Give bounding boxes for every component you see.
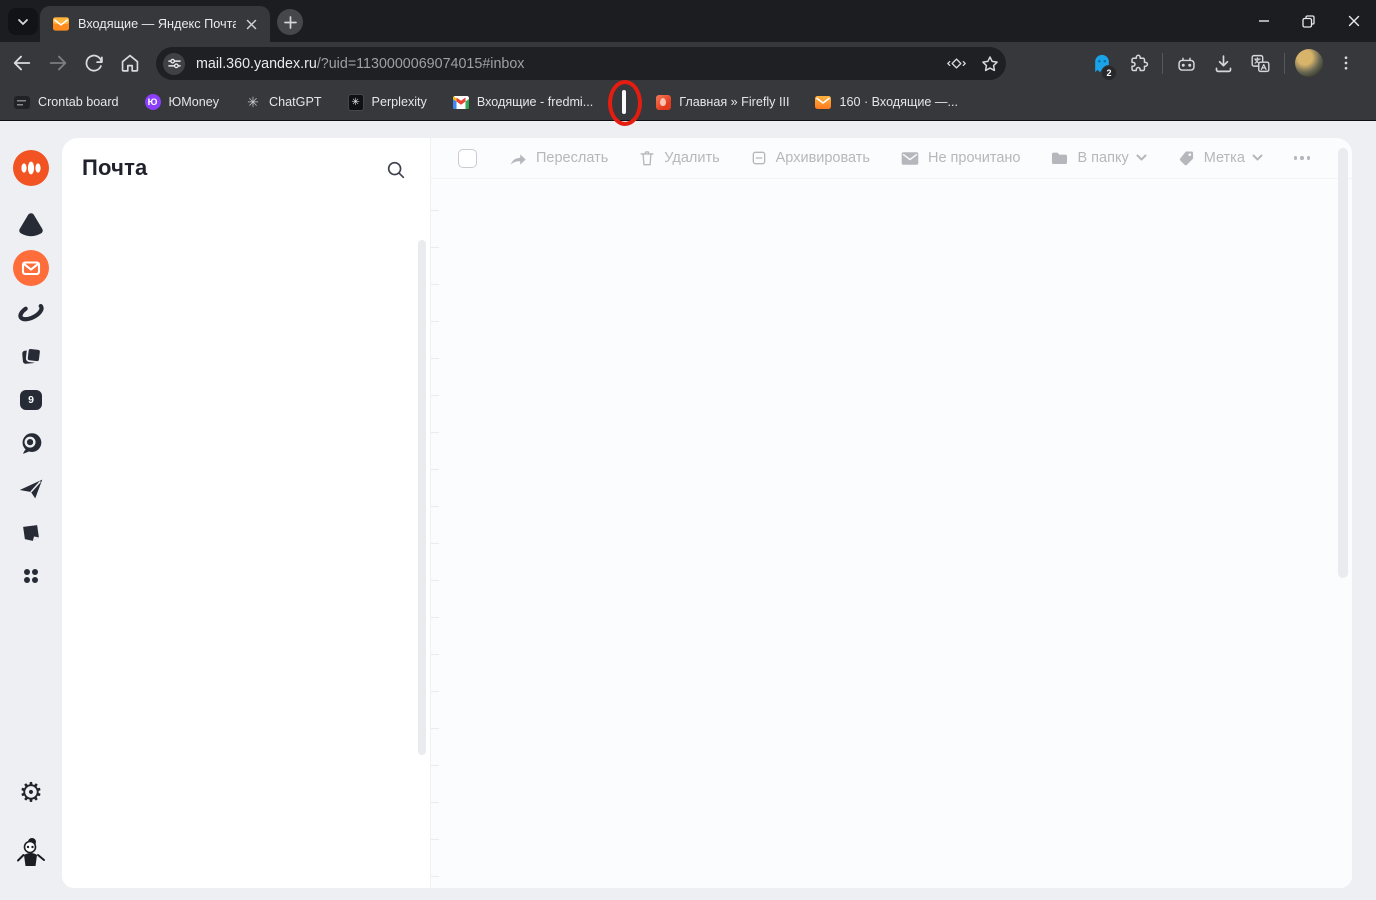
plus-icon [283, 15, 297, 29]
more-apps-grid-icon[interactable] [19, 564, 43, 588]
message-toolbar: Переслать Удалить Архивировать Не прочит… [431, 138, 1352, 179]
notes-icon[interactable] [17, 519, 45, 547]
archive-button[interactable]: Архивировать [751, 150, 870, 166]
bookmark-label: ЮMoney [168, 95, 220, 109]
send-icon[interactable] [16, 474, 46, 504]
move-to-folder-button[interactable]: В папку [1051, 150, 1147, 166]
url-path: /?uid=1130000069074015#inbox [316, 55, 525, 72]
browser-tab-inbox[interactable]: Входящие — Яндекс Почта [40, 6, 270, 42]
tab-title: Входящие — Яндекс Почта [78, 17, 236, 31]
site-settings-icon[interactable] [163, 52, 185, 75]
downloads-icon[interactable] [1205, 53, 1242, 74]
extension-badge: 2 [1101, 65, 1117, 81]
telemost-icon[interactable] [15, 296, 47, 328]
chevron-down-icon [18, 18, 28, 25]
bookmark-drop-separator [608, 80, 643, 126]
bookmark-label: Входящие - fredmi... [476, 95, 594, 109]
browser-menu-icon[interactable] [1327, 54, 1364, 72]
envelope-icon [901, 151, 919, 165]
tab-search-button[interactable] [8, 8, 38, 35]
gmail-favicon [452, 94, 469, 110]
forward-button[interactable] [47, 52, 69, 74]
calendar-day: 9 [20, 390, 42, 410]
ghostery-extension-icon[interactable]: 2 [1083, 52, 1120, 81]
calendar-icon[interactable]: 9 [20, 390, 42, 410]
chevron-down-icon [1252, 154, 1263, 161]
bookmark-label: 160 · Входящие —... [839, 95, 958, 109]
page-title: Почта [82, 155, 148, 180]
home-button[interactable] [120, 53, 141, 74]
yandex360-logo[interactable] [13, 150, 49, 186]
chatgpt-favicon: ✳ [247, 94, 259, 110]
trash-icon [640, 150, 654, 165]
select-all-checkbox[interactable] [458, 148, 477, 168]
url-domain: mail.360.yandex.ru [196, 55, 317, 72]
archive-icon [752, 151, 765, 165]
yoomoney-favicon: Ю [144, 94, 161, 110]
tag-icon [1179, 151, 1193, 166]
window-controls [1241, 0, 1376, 42]
extensions-puzzle-icon[interactable] [1120, 53, 1157, 74]
more-actions-icon[interactable] [1293, 156, 1311, 160]
separator-bar [622, 90, 626, 114]
url-text[interactable]: mail.360.yandex.ru/?uid=1130000069074015… [196, 56, 524, 72]
profile-avatar[interactable] [1290, 49, 1327, 77]
mail-panel: Почта Переслать Удалить Архивировать Не … [62, 138, 1352, 888]
code-diamond-icon[interactable] [940, 54, 973, 73]
message-list-area: Переслать Удалить Архивировать Не прочит… [431, 138, 1352, 888]
yandex360-workspace: 9 ⚙ Почта Переслать Удалить Архивировать… [0, 121, 1376, 900]
disk-icon[interactable] [16, 209, 46, 239]
back-button[interactable] [11, 52, 33, 74]
bookmark-perplexity[interactable]: ✳ Perplexity [347, 93, 427, 111]
bookmark-yandex-inbox[interactable]: 160 · Входящие —... [815, 94, 958, 110]
perplexity-favicon: ✳ [347, 93, 364, 111]
new-tab-button[interactable] [277, 9, 303, 35]
bookmark-label: ChatGPT [269, 95, 322, 109]
firefly-favicon [655, 94, 671, 110]
search-icon[interactable] [384, 158, 408, 182]
yandex-mail-favicon [815, 94, 832, 110]
forward-arrow-icon [510, 153, 526, 165]
mail-icon-active[interactable] [13, 250, 49, 286]
bookmark-label: Perplexity [371, 95, 427, 109]
row-separator-ticks [431, 210, 439, 878]
crontab-favicon [14, 94, 30, 110]
user-avatar[interactable] [15, 835, 47, 869]
robot-extension-icon[interactable] [1168, 53, 1205, 74]
label-button[interactable]: Метка [1178, 150, 1263, 166]
messenger-icon[interactable] [16, 429, 46, 459]
settings-gear-icon[interactable]: ⚙ [19, 778, 43, 809]
bookmark-yoomoney[interactable]: Ю ЮMoney [144, 94, 220, 110]
mark-unread-button[interactable]: Не прочитано [901, 150, 1020, 166]
toolbar-separator [1162, 52, 1163, 74]
minimize-button[interactable] [1241, 0, 1286, 42]
bookmark-gmail-inbox[interactable]: Входящие - fredmi... [452, 94, 594, 110]
message-list-scrollbar[interactable] [1338, 148, 1348, 578]
bookmark-label: Главная » Firefly III [679, 95, 790, 109]
bookmark-crontab-board[interactable]: Crontab board [14, 94, 119, 110]
bookmark-label: Crontab board [38, 95, 119, 109]
bookmarks-bar: Crontab board Ю ЮMoney ✳ ChatGPT ✳ Perpl… [0, 80, 1376, 126]
reload-button[interactable] [84, 53, 105, 74]
restore-button[interactable] [1286, 0, 1331, 42]
browser-toolbar: mail.360.yandex.ru/?uid=1130000069074015… [0, 42, 1376, 84]
forward-button[interactable]: Переслать [508, 150, 608, 167]
tab-close-icon[interactable] [242, 15, 260, 33]
yandex-mail-favicon [53, 16, 69, 32]
folder-list-scrollbar[interactable] [418, 240, 426, 755]
close-button[interactable] [1331, 0, 1376, 42]
translate-icon[interactable] [1242, 53, 1279, 74]
bookmark-firefly[interactable]: Главная » Firefly III [655, 94, 789, 110]
bookmark-chatgpt[interactable]: ✳ ChatGPT [245, 94, 322, 110]
chevron-down-icon [1136, 154, 1147, 161]
delete-button[interactable]: Удалить [639, 150, 720, 167]
browser-tab-bar: Входящие — Яндекс Почта [0, 0, 1376, 42]
toolbar-separator [1284, 52, 1285, 74]
address-bar[interactable]: mail.360.yandex.ru/?uid=1130000069074015… [156, 47, 1006, 80]
folder-icon [1052, 152, 1068, 164]
documents-icon[interactable] [16, 341, 46, 371]
bookmark-star-icon[interactable] [973, 54, 1006, 74]
